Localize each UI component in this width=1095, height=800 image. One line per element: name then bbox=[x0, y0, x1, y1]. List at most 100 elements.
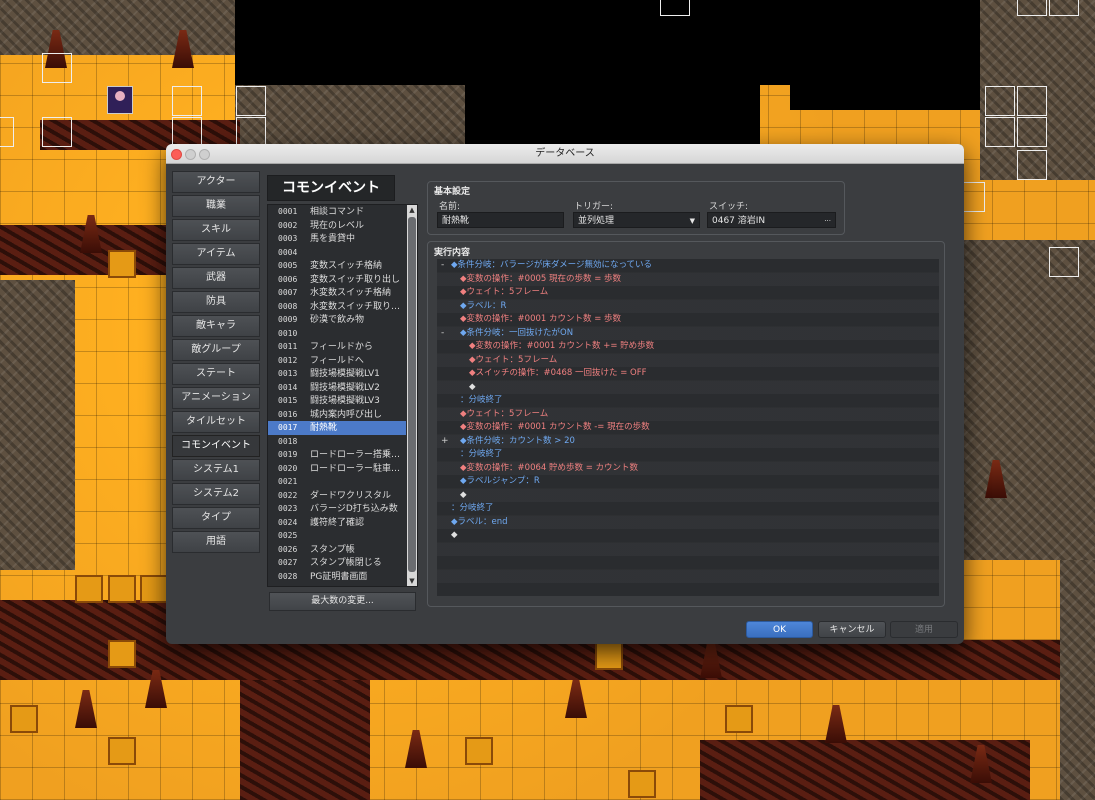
list-item[interactable]: 0022 ダードワクリスタル bbox=[268, 489, 406, 503]
tab-item[interactable]: コモンイベント bbox=[172, 435, 260, 457]
tab-item[interactable]: アイテム bbox=[172, 243, 260, 265]
command-row[interactable]: ◆ウェイト：5フレーム bbox=[437, 354, 939, 368]
tab-item[interactable]: 武器 bbox=[172, 267, 260, 289]
command-row[interactable]: ◆ラベルジャンプ：R bbox=[437, 475, 939, 489]
list-item[interactable]: 0012 フィールドへ bbox=[268, 354, 406, 368]
list-item-number: 0025 bbox=[278, 531, 298, 540]
common-event-list: 0001 相談コマンド 0002 現在のレベル 0003 馬を貴貸中 0004 0005 変数ス… bbox=[267, 204, 418, 587]
tab-item[interactable]: アクター bbox=[172, 171, 260, 193]
list-item-number: 0001 bbox=[278, 207, 298, 216]
command-row[interactable]: ◆変数の操作：#0064 貯め歩数 = カウント数 bbox=[437, 462, 939, 476]
tab-item[interactable]: 防具 bbox=[172, 291, 260, 313]
tab-item[interactable]: 敵グループ bbox=[172, 339, 260, 361]
command-row[interactable]: ◆変数の操作：#0001 カウント数 += 貯め歩数 bbox=[437, 340, 939, 354]
apply-button[interactable]: 適用 bbox=[890, 621, 958, 638]
tab-item[interactable]: 敵キャラ bbox=[172, 315, 260, 337]
command-row[interactable]: ：分岐終了 bbox=[437, 448, 939, 462]
tab-item[interactable]: 用語 bbox=[172, 531, 260, 553]
list-item[interactable]: 0006 変数スイッチ取り出し bbox=[268, 273, 406, 287]
list-item[interactable]: 0004 bbox=[268, 246, 406, 260]
command-row[interactable]: + ◆条件分岐：カウント数 > 20 bbox=[437, 435, 939, 449]
list-item[interactable]: 0016 城内案内呼び出し bbox=[268, 408, 406, 422]
event-tile bbox=[1017, 150, 1047, 180]
command-row[interactable]: - ◆条件分岐：バラージが床ダメージ無効になっている bbox=[437, 259, 939, 273]
scroll-thumb[interactable] bbox=[408, 217, 416, 572]
collapse-icon[interactable]: - bbox=[441, 259, 444, 273]
list-item[interactable]: 0018 bbox=[268, 435, 406, 449]
event-tile bbox=[660, 0, 690, 16]
void-area bbox=[235, 0, 995, 85]
command-row[interactable]: ◆ bbox=[437, 529, 939, 543]
lava-crust bbox=[560, 640, 1060, 680]
tab-item[interactable]: スキル bbox=[172, 219, 260, 241]
trigger-select[interactable]: 並列処理 ▼ bbox=[573, 212, 700, 228]
lava-block bbox=[465, 737, 493, 765]
command-row[interactable]: ◆変数の操作：#0001 カウント数 -= 現在の歩数 bbox=[437, 421, 939, 435]
list-item[interactable]: 0002 現在のレベル bbox=[268, 219, 406, 233]
command-row[interactable]: ：分岐終了 bbox=[437, 394, 939, 408]
tab-item[interactable]: タイルセット bbox=[172, 411, 260, 433]
list-item[interactable]: 0007 水変数スイッチ格納 bbox=[268, 286, 406, 300]
list-item[interactable]: 0001 相談コマンド bbox=[268, 205, 406, 219]
list-item[interactable]: 0005 変数スイッチ格納 bbox=[268, 259, 406, 273]
list-item[interactable]: 0015 闘技場模擬戦LV3 bbox=[268, 394, 406, 408]
list-scrollbar[interactable]: ▲ ▼ bbox=[407, 205, 417, 586]
list-item[interactable]: 0027 スタンプ帳閉じる bbox=[268, 556, 406, 570]
list-item-number: 0008 bbox=[278, 301, 298, 311]
command-row[interactable]: ：分岐終了 bbox=[437, 502, 939, 516]
list-item[interactable]: 0003 馬を貴貸中 bbox=[268, 232, 406, 246]
command-row[interactable]: ◆ウェイト：5フレーム bbox=[437, 408, 939, 422]
switch-field[interactable]: 0467 溶岩IN ··· bbox=[707, 212, 836, 228]
list-item-number: 0022 bbox=[278, 490, 298, 500]
minimize-window-icon[interactable] bbox=[185, 149, 196, 160]
change-max-button[interactable]: 最大数の変更... bbox=[269, 592, 416, 611]
command-row[interactable]: ◆変数の操作：#0005 現在の歩数 = 歩数 bbox=[437, 273, 939, 287]
ok-button[interactable]: OK bbox=[746, 621, 813, 638]
command-row[interactable]: ◆変数の操作：#0001 カウント数 = 歩数 bbox=[437, 313, 939, 327]
list-item[interactable]: 0014 闘技場模擬戦LV2 bbox=[268, 381, 406, 395]
command-row[interactable]: ◆スイッチの操作：#0468 一回抜けた = OFF bbox=[437, 367, 939, 381]
list-item[interactable]: 0020 ロードローラー駐車… bbox=[268, 462, 406, 476]
command-row[interactable]: ◆ラベル：end bbox=[437, 516, 939, 530]
close-window-icon[interactable] bbox=[171, 149, 182, 160]
list-item[interactable]: 0013 闘技場模擬戦LV1 bbox=[268, 367, 406, 381]
list-item[interactable]: 0028 PG証明書画面 bbox=[268, 570, 406, 584]
expand-icon[interactable]: + bbox=[441, 435, 449, 449]
command-list[interactable]: - ◆条件分岐：バラージが床ダメージ無効になっている ◆変数の操作：#0005 現在… bbox=[437, 259, 939, 596]
command-row[interactable]: ◆ラベル：R bbox=[437, 300, 939, 314]
scroll-up-icon[interactable]: ▲ bbox=[407, 205, 417, 215]
command-row[interactable]: ◆ウェイト：5フレーム bbox=[437, 286, 939, 300]
command-row[interactable]: ◆ bbox=[437, 381, 939, 395]
tab-item[interactable]: 職業 bbox=[172, 195, 260, 217]
list-item[interactable]: 0008 水変数スイッチ取り… bbox=[268, 300, 406, 314]
list-item[interactable]: 0026 スタンプ帳 bbox=[268, 543, 406, 557]
tab-item[interactable]: システム1 bbox=[172, 459, 260, 481]
name-field[interactable]: 耐熱靴 bbox=[437, 212, 564, 228]
execution-content-title: 実行内容 bbox=[434, 248, 471, 258]
list-item[interactable]: 0010 bbox=[268, 327, 406, 341]
tab-item[interactable]: ステート bbox=[172, 363, 260, 385]
list-item[interactable]: 0023 バラージD打ち込み数 bbox=[268, 502, 406, 516]
list-item-number: 0016 bbox=[278, 409, 298, 419]
tab-item[interactable]: タイプ bbox=[172, 507, 260, 529]
list-item-name: フィールドへ bbox=[310, 355, 364, 366]
tab-item[interactable]: アニメーション bbox=[172, 387, 260, 409]
list-item[interactable]: 0019 ロードローラー搭乗… bbox=[268, 448, 406, 462]
list-item-name: 相談コマンド bbox=[310, 207, 365, 217]
command-row[interactable]: ◆ bbox=[437, 489, 939, 503]
list-item[interactable]: 0021 bbox=[268, 475, 406, 489]
list-item[interactable]: 0017 耐熱靴 bbox=[268, 421, 406, 435]
list-item[interactable]: 0009 砂漠で飲み物 bbox=[268, 313, 406, 327]
rock-area bbox=[235, 85, 465, 145]
lava-block bbox=[595, 642, 623, 670]
list-item[interactable]: 0011 フィールドから bbox=[268, 340, 406, 354]
list-item[interactable]: 0025 bbox=[268, 529, 406, 543]
list-item[interactable]: 0024 護符終了確認 bbox=[268, 516, 406, 530]
cancel-button[interactable]: キャンセル bbox=[818, 621, 886, 638]
zoom-window-icon[interactable] bbox=[199, 149, 210, 160]
scroll-down-icon[interactable]: ▼ bbox=[407, 576, 417, 586]
switch-browse-button[interactable]: ··· bbox=[824, 213, 831, 229]
command-row[interactable]: - ◆条件分岐：一回抜けたがON bbox=[437, 327, 939, 341]
tab-item[interactable]: システム2 bbox=[172, 483, 260, 505]
collapse-icon[interactable]: - bbox=[441, 327, 444, 341]
